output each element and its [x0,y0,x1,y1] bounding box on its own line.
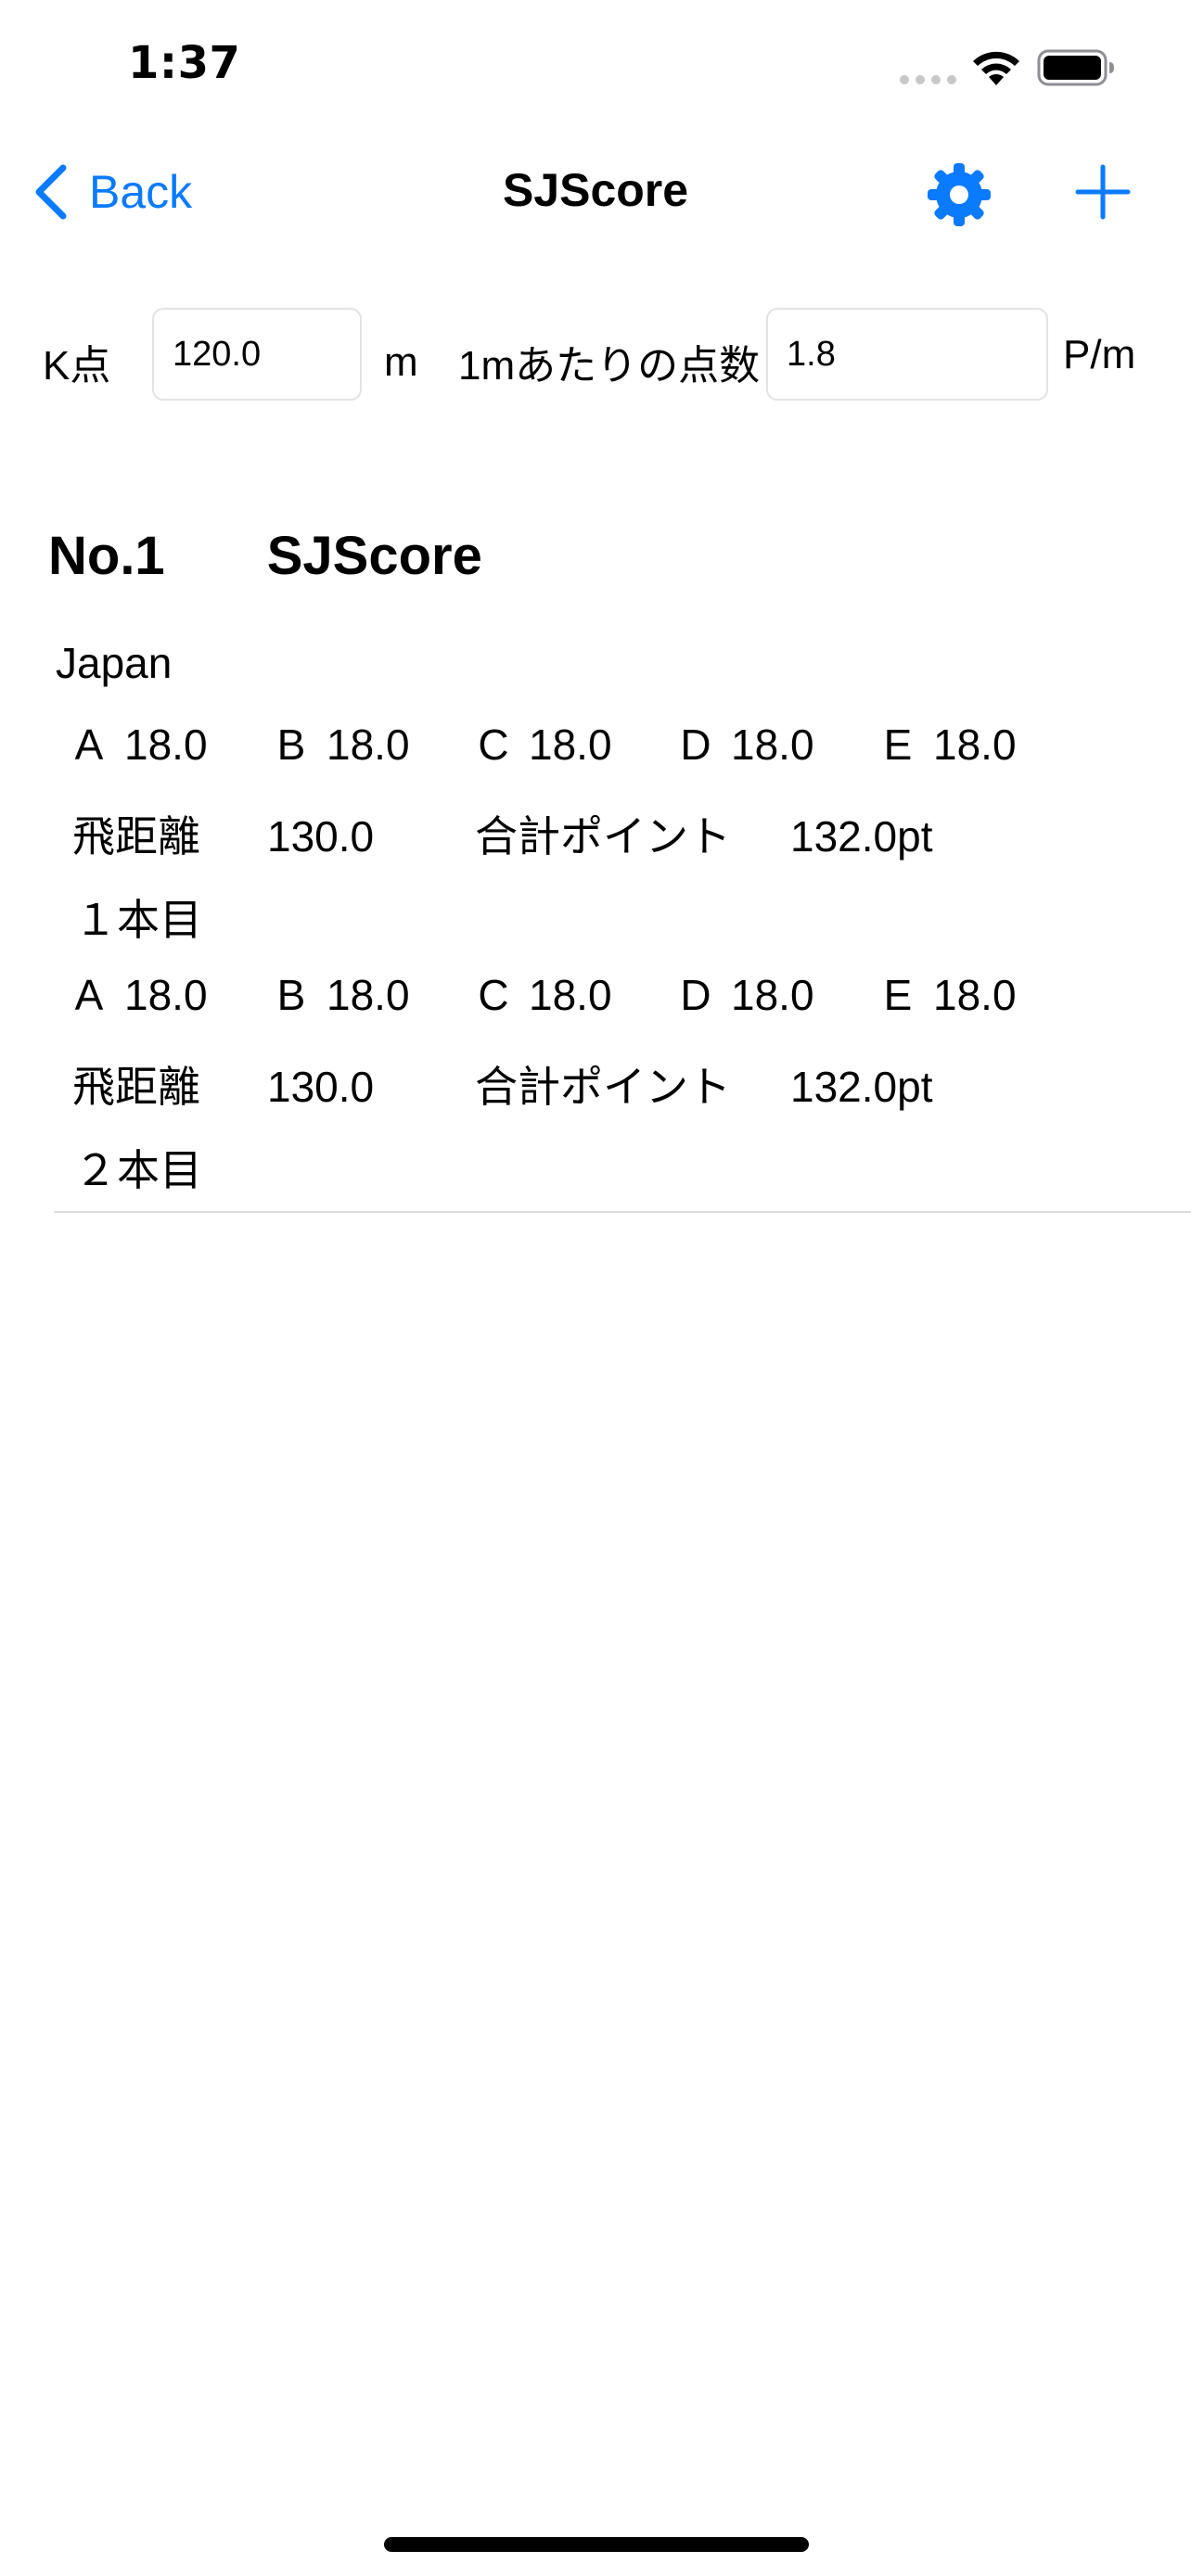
home-indicator[interactable] [384,2537,809,2552]
cell-separator [54,1211,1191,1213]
score-value: 18.0 [933,971,1017,1019]
score-key: C [478,721,509,769]
total-points-label: 合計ポイント [475,812,731,861]
jump2-distance-row: 飛距離 130.0 合計ポイント 132.0pt [72,1053,932,1115]
score-key: A [74,721,104,769]
jump2-scores-row: A 18.0 B 18.0 C 18.0 D 18.0 E 18.0 [54,970,1065,1020]
total-points-value: 132.0pt [790,1063,933,1111]
score-key: E [883,721,913,769]
section-header: No.1 SJScore [48,525,482,587]
score-value: 18.0 [529,721,612,769]
k-point-input[interactable] [152,308,362,401]
cellular-signal-icon [900,75,956,84]
score-value: 18.0 [933,721,1017,769]
score-value: 18.0 [327,721,410,769]
jump1-distance-row: 飛距離 130.0 合計ポイント 132.0pt [72,803,932,864]
list-item[interactable]: Japan A 18.0 B 18.0 C 18.0 D 18.0 E 18.0 飛距離 130.0… [54,631,1191,1215]
score-value: 18.0 [731,971,814,1019]
score-key: B [276,971,306,1019]
distance-label: 飛距離 [72,812,200,861]
section-number: No.1 [48,526,165,586]
k-point-label: K点 [43,343,111,389]
battery-icon [1037,49,1114,86]
distance-label: 飛距離 [72,1063,200,1111]
score-key: D [680,971,711,1019]
jump2-caption: ２本目 [74,1146,202,1194]
chevron-left-icon [35,164,67,220]
wifi-icon [973,51,1019,85]
score-key: D [680,721,711,769]
country-label: Japan [56,639,173,687]
plus-icon [1075,164,1131,220]
score-value: 18.0 [731,721,814,769]
score-value: 18.0 [529,971,612,1019]
score-key: C [478,971,509,1019]
score-key: E [883,971,913,1019]
add-button[interactable] [1074,163,1132,221]
gear-icon [928,163,991,226]
back-label: Back [89,166,193,218]
back-button[interactable]: Back [32,159,192,224]
total-points-value: 132.0pt [790,812,933,861]
score-value: 18.0 [327,971,410,1019]
navigation-bar: Back SJScore [0,139,1191,247]
total-points-label: 合計ポイント [475,1063,731,1111]
score-key: A [74,971,104,1019]
settings-button[interactable] [924,159,994,230]
per-meter-input[interactable] [766,308,1048,401]
score-key: B [276,721,306,769]
section-name: SJScore [266,526,482,586]
status-bar: 1:37 [0,0,1191,130]
k-point-unit: m [384,339,418,385]
per-meter-unit: P/m [1063,332,1136,377]
distance-value: 130.0 [267,812,375,861]
jump1-caption: １本目 [74,896,202,944]
score-value: 18.0 [124,721,208,769]
score-value: 18.0 [124,971,208,1019]
jump1-scores-row: A 18.0 B 18.0 C 18.0 D 18.0 E 18.0 [54,720,1065,770]
status-time: 1:37 [128,37,241,89]
parameter-row: K点 m 1mあたりの点数 P/m [0,306,1191,406]
per-meter-label: 1mあたりの点数 [458,343,761,389]
distance-value: 130.0 [267,1063,375,1111]
